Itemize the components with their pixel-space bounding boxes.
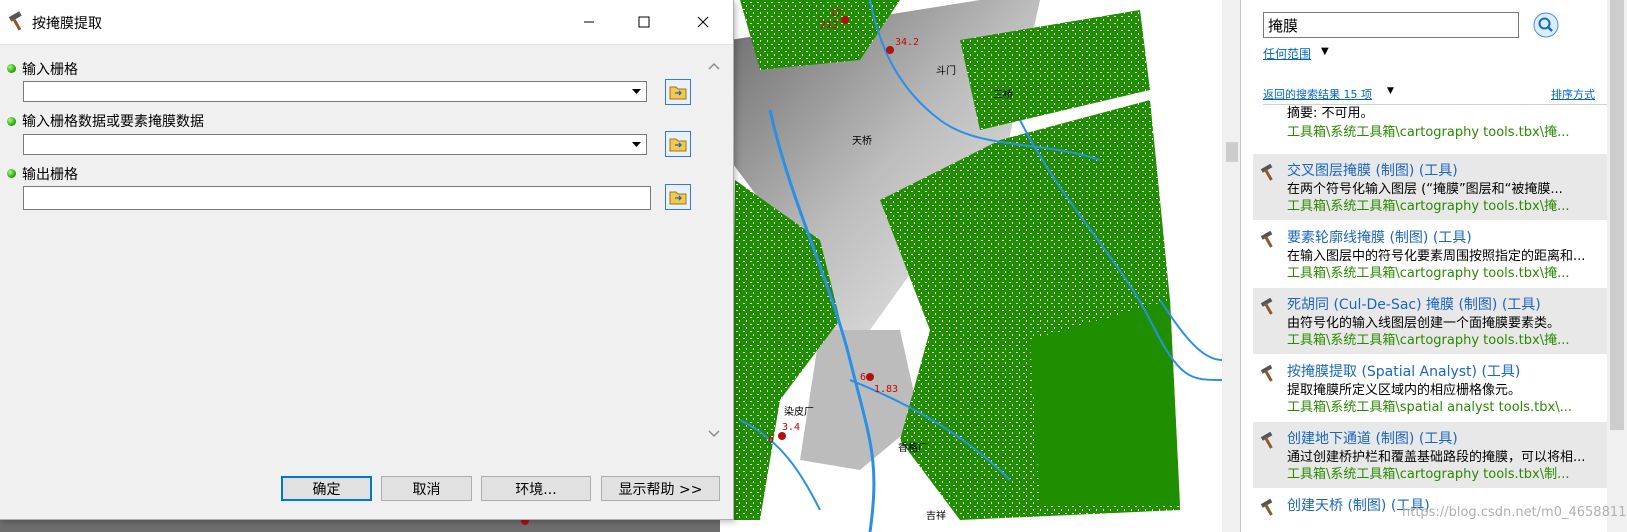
map-value-label: 34.2 — [895, 37, 920, 48]
hammer-icon — [1260, 230, 1273, 248]
minimize-button[interactable] — [566, 0, 612, 44]
map-place-label: 天桥 — [852, 136, 872, 147]
results-count-link[interactable]: 返回的搜索结果 15 项 — [1263, 86, 1372, 102]
result-path: 工具箱\系统工具箱\cartography tools.tbx\掩... — [1287, 266, 1570, 281]
dialog-scrollbar[interactable] — [704, 56, 724, 444]
scroll-up-icon — [708, 62, 720, 70]
result-item[interactable]: 交叉图层掩膜 (制图) (工具) 在两个符号化输入图层 (“掩膜”图层和“被掩膜… — [1253, 154, 1611, 220]
map-value-label: 6 — [860, 372, 867, 383]
search-scope-link[interactable]: 任何范围 — [1263, 45, 1311, 62]
search-icon[interactable] — [1533, 12, 1559, 38]
required-indicator-icon — [7, 64, 16, 73]
hammer-icon — [1260, 364, 1273, 382]
results-list: 摘要: 不可用。 工具箱\系统工具箱\cartography tools.tbx… — [1253, 104, 1611, 532]
map-place-label: 三桥 — [993, 90, 1013, 101]
result-summary: 摘要: 不可用。 — [1287, 106, 1374, 121]
result-path: 工具箱\系统工具箱\cartography tools.tbx\掩... — [1287, 199, 1570, 214]
search-pane: 任何范围 ▼ 返回的搜索结果 15 项 ▼ 排序方式 ▼ 摘要: 不可用。 工具… — [1240, 0, 1627, 532]
result-item[interactable]: 要素轮廓线掩膜 (制图) (工具) 在输入图层中的符号化要素周围按照指定的距离和… — [1253, 221, 1611, 287]
close-icon — [697, 16, 709, 28]
results-header: 返回的搜索结果 15 项 ▼ 排序方式 ▼ — [1263, 86, 1623, 105]
splitter[interactable] — [1222, 0, 1240, 532]
browse-input-raster-button[interactable] — [665, 79, 691, 105]
cancel-button[interactable]: 取消 — [381, 476, 472, 501]
map-value-label: 3.4 — [782, 422, 801, 433]
dialog-title-bar[interactable]: 按掩膜提取 — [0, 0, 733, 45]
search-input[interactable] — [1263, 12, 1519, 38]
result-path: 工具箱\系统工具箱\cartography tools.tbx\掩... — [1287, 125, 1570, 140]
result-path: 工具箱\系统工具箱\cartography tools.tbx\制... — [1287, 467, 1570, 482]
required-indicator-icon — [7, 117, 16, 126]
chevron-down-icon[interactable]: ▼ — [1321, 46, 1329, 57]
environments-button[interactable]: 环境... — [481, 476, 591, 501]
map-place-label: 吉祥 — [926, 511, 946, 522]
maximize-button[interactable] — [621, 0, 667, 44]
map-place-label: 染皮厂 — [784, 407, 814, 418]
input-raster-label: 输入栅格 — [22, 62, 78, 78]
splitter-handle[interactable] — [1226, 142, 1238, 162]
ok-button[interactable]: 确定 — [281, 476, 372, 501]
hammer-icon — [8, 11, 22, 31]
open-folder-icon — [669, 191, 687, 205]
map-value-label: 17 — [830, 8, 843, 19]
output-raster-field[interactable] — [23, 186, 651, 210]
map-value-label: 213 — [820, 20, 839, 31]
dialog-title: 按掩膜提取 — [32, 16, 102, 32]
result-path: 工具箱\系统工具箱\spatial analyst tools.tbx\... — [1287, 400, 1572, 415]
hammer-icon — [1260, 498, 1273, 516]
chevron-down-icon[interactable]: ▼ — [1387, 86, 1394, 96]
map-value-label: 1.83 — [874, 384, 899, 395]
chevron-down-icon[interactable] — [628, 83, 645, 100]
hammer-icon — [1260, 297, 1273, 315]
result-title-link[interactable]: 交叉图层掩膜 (制图) (工具) — [1287, 160, 1458, 180]
required-indicator-icon — [7, 169, 16, 178]
map-place-label: 斗门 — [936, 66, 956, 77]
open-folder-icon — [669, 86, 687, 100]
extract-by-mask-dialog: 按掩膜提取 输入栅格 输入栅格数据或要素掩膜数据 输出栅格 确定 取消 环境..… — [0, 0, 734, 520]
scrollbar-thumb[interactable] — [1610, 0, 1624, 430]
result-path: 工具箱\系统工具箱\cartography tools.tbx\掩... — [1287, 333, 1570, 348]
mask-data-label: 输入栅格数据或要素掩膜数据 — [22, 114, 204, 130]
scroll-down-icon — [708, 430, 720, 438]
close-button[interactable] — [680, 0, 726, 44]
map-place-label: 香格厂 — [898, 443, 928, 454]
result-item[interactable]: 创建地下通道 (制图) (工具) 通过创建桥护栏和覆盖基础路段的掩膜，可以将相.… — [1253, 422, 1611, 488]
watermark: https://blog.csdn.net/m0_46588116 — [1402, 505, 1627, 520]
result-title-link[interactable]: 按掩膜提取 (Spatial Analyst) (工具) — [1287, 361, 1520, 381]
result-item[interactable]: 按掩膜提取 (Spatial Analyst) (工具) 提取掩膜所定义区域内的… — [1253, 355, 1611, 421]
hammer-icon — [1260, 163, 1273, 181]
result-title-link[interactable]: 要素轮廓线掩膜 (制图) (工具) — [1287, 227, 1472, 247]
minimize-icon — [584, 21, 594, 23]
search-pane-scrollbar[interactable] — [1607, 0, 1627, 532]
maximize-icon — [638, 16, 650, 28]
output-raster-label: 输出栅格 — [22, 167, 78, 183]
input-raster-combo[interactable] — [23, 81, 647, 102]
browse-mask-data-button[interactable] — [665, 131, 691, 157]
result-title-link[interactable]: 死胡同 (Cul-De-Sac) 掩膜 (制图) (工具) — [1287, 294, 1541, 314]
hammer-icon — [1260, 431, 1273, 449]
mask-data-combo[interactable] — [23, 134, 647, 155]
sort-link[interactable]: 排序方式 — [1551, 86, 1595, 102]
browse-output-raster-button[interactable] — [665, 184, 691, 210]
result-item[interactable]: 死胡同 (Cul-De-Sac) 掩膜 (制图) (工具) 由符号化的输入线图层… — [1253, 288, 1611, 354]
result-title-link[interactable]: 创建地下通道 (制图) (工具) — [1287, 428, 1458, 448]
open-folder-icon — [669, 138, 687, 152]
result-item[interactable]: 摘要: 不可用。 工具箱\系统工具箱\cartography tools.tbx… — [1253, 104, 1611, 160]
map-value-label: 6 — [768, 434, 775, 445]
show-help-button[interactable]: 显示帮助 >> — [601, 476, 720, 501]
chevron-down-icon[interactable] — [628, 136, 645, 153]
